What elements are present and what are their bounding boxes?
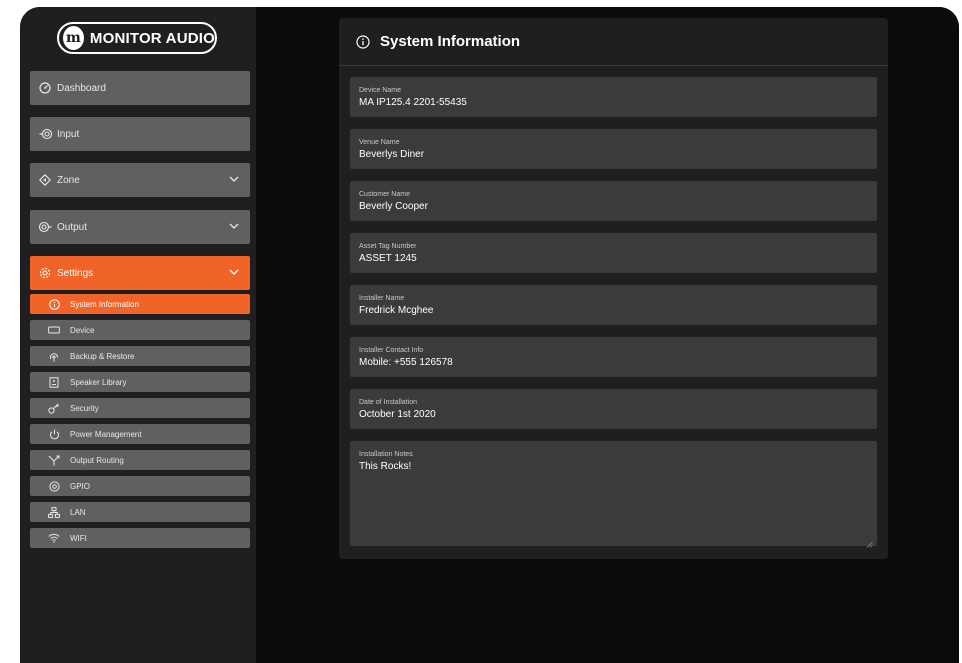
- chevron-down-icon[interactable]: [228, 220, 240, 232]
- logo-text: MONITOR AUDIO: [89, 29, 215, 47]
- brand-logo[interactable]: m MONITOR AUDIO: [57, 22, 217, 54]
- chevron-down-icon[interactable]: [228, 173, 240, 185]
- field-label: Venue Name: [359, 139, 400, 146]
- sidebar-subitem-label: Power Management: [70, 429, 142, 439]
- sidebar-subitem-lan[interactable]: LAN: [30, 502, 250, 522]
- logo-mark-icon: m: [63, 26, 84, 50]
- sidebar-item-label: Dashboard: [57, 82, 106, 94]
- sidebar-item-label: Settings: [57, 267, 94, 279]
- field-label: Device Name: [359, 87, 402, 94]
- field-value[interactable]: Beverly Cooper: [359, 200, 868, 213]
- sidebar-item-dashboard[interactable]: Dashboard: [30, 71, 250, 105]
- chevron-down-icon[interactable]: [228, 266, 240, 278]
- panel-title: System Information: [380, 33, 521, 50]
- field-value[interactable]: Mobile: +555 126578: [359, 356, 868, 369]
- key-icon: [48, 402, 60, 414]
- sidebar-subitem-label: LAN: [70, 507, 86, 517]
- backup-icon: [48, 350, 60, 362]
- field-label: Installer Name: [359, 295, 405, 302]
- input-icon: [38, 127, 52, 141]
- gear-icon: [38, 266, 52, 280]
- app-window: m MONITOR AUDIO Dashboard Input Zone Out…: [20, 7, 959, 663]
- sidebar-subitem-label: Backup & Restore: [70, 351, 135, 361]
- sidebar-subitem-label: Speaker Library: [70, 377, 127, 387]
- installer-contact-info-field[interactable]: Installer Contact Info Mobile: +555 1265…: [350, 337, 877, 377]
- venue-name-field[interactable]: Venue Name Beverlys Diner: [350, 129, 877, 169]
- field-label: Date of Installation: [359, 399, 417, 406]
- field-value[interactable]: MA IP125.4 2201-55435: [359, 96, 868, 109]
- device-name-field[interactable]: Device Name MA IP125.4 2201-55435: [350, 77, 877, 117]
- resize-grip-icon[interactable]: [865, 535, 873, 548]
- power-icon: [48, 428, 60, 440]
- field-value[interactable]: ASSET 1245: [359, 252, 868, 265]
- sidebar-subitem-label: WIFI: [70, 533, 87, 543]
- sidebar-subitem-speaker-library[interactable]: Speaker Library: [30, 372, 250, 392]
- field-label: Installation Notes: [359, 451, 413, 458]
- field-label: Installer Contact Info: [359, 347, 424, 354]
- lan-icon: [48, 506, 60, 518]
- sidebar-subitem-label: Device: [70, 325, 95, 335]
- sidebar-subitem-label: Output Routing: [70, 455, 124, 465]
- field-label: Asset Tag Number: [359, 243, 417, 250]
- sidebar: m MONITOR AUDIO Dashboard Input Zone Out…: [20, 7, 256, 663]
- sidebar-subitem-wifi[interactable]: WIFI: [30, 528, 250, 548]
- routing-icon: [48, 454, 60, 466]
- installer-name-field[interactable]: Installer Name Fredrick Mcghee: [350, 285, 877, 325]
- zone-icon: [38, 173, 52, 187]
- info-icon: [356, 34, 370, 49]
- sidebar-item-settings[interactable]: Settings: [30, 256, 250, 290]
- sidebar-subitem-backup-restore[interactable]: Backup & Restore: [30, 346, 250, 366]
- sidebar-subitem-device[interactable]: Device: [30, 320, 250, 340]
- field-value[interactable]: Fredrick Mcghee: [359, 304, 868, 317]
- sidebar-subitem-power-management[interactable]: Power Management: [30, 424, 250, 444]
- sidebar-item-zone[interactable]: Zone: [30, 163, 250, 197]
- field-value[interactable]: October 1st 2020: [359, 408, 868, 421]
- sidebar-item-label: Input: [57, 128, 80, 140]
- sidebar-item-label: Zone: [57, 174, 80, 186]
- sidebar-subitem-label: System Information: [70, 299, 139, 309]
- panel-header: System Information: [339, 18, 888, 66]
- main-content: System Information Device Name MA IP125.…: [256, 7, 959, 663]
- asset-tag-number-field[interactable]: Asset Tag Number ASSET 1245: [350, 233, 877, 273]
- sidebar-subitem-security[interactable]: Security: [30, 398, 250, 418]
- output-icon: [38, 220, 52, 234]
- device-icon: [48, 324, 60, 336]
- speaker-icon: [48, 376, 60, 388]
- sidebar-subitem-label: Security: [70, 403, 99, 413]
- dashboard-icon: [38, 81, 52, 95]
- sidebar-subitem-gpio[interactable]: GPIO: [30, 476, 250, 496]
- sidebar-item-label: Output: [57, 221, 88, 233]
- installation-notes-textarea[interactable]: Installation Notes This Rocks!: [350, 441, 877, 548]
- field-value[interactable]: This Rocks!: [359, 460, 868, 473]
- field-value[interactable]: Beverlys Diner: [359, 148, 868, 161]
- info-icon: [48, 298, 60, 310]
- gpio-icon: [48, 480, 60, 492]
- sidebar-item-input[interactable]: Input: [30, 117, 250, 151]
- sidebar-subitem-output-routing[interactable]: Output Routing: [30, 450, 250, 470]
- system-information-panel: System Information Device Name MA IP125.…: [339, 18, 888, 559]
- wifi-icon: [48, 532, 60, 544]
- date-of-installation-field[interactable]: Date of Installation October 1st 2020: [350, 389, 877, 429]
- sidebar-item-output[interactable]: Output: [30, 210, 250, 244]
- customer-name-field[interactable]: Customer Name Beverly Cooper: [350, 181, 877, 221]
- field-label: Customer Name: [359, 191, 410, 198]
- sidebar-subitem-label: GPIO: [70, 481, 91, 491]
- sidebar-subitem-system-information[interactable]: System Information: [30, 294, 250, 314]
